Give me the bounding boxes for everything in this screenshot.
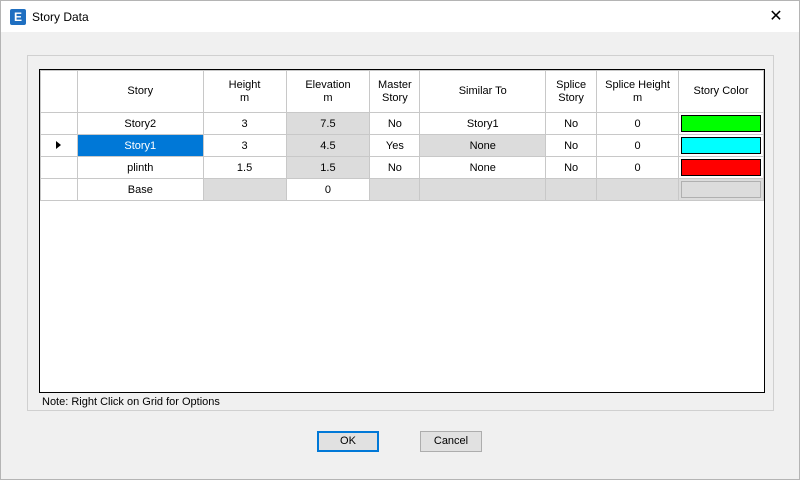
color-swatch[interactable] <box>681 159 761 176</box>
cell-story[interactable]: Story1 <box>76 134 204 157</box>
table-row[interactable]: Base 0 <box>40 178 764 201</box>
cell-elevation[interactable]: 0 <box>285 178 371 201</box>
color-swatch[interactable] <box>681 115 761 132</box>
cell-similar-to <box>419 178 547 201</box>
cell-story-color[interactable] <box>678 134 764 157</box>
cell-splice-story <box>545 178 598 201</box>
cancel-button[interactable]: Cancel <box>420 431 482 452</box>
cell-story-color[interactable] <box>678 112 764 135</box>
cell-similar-to: None <box>419 134 547 157</box>
cell-similar-to[interactable]: None <box>419 156 547 179</box>
cell-master-story[interactable]: No <box>369 156 421 179</box>
column-header-splice-height[interactable]: Splice Height m <box>596 70 680 113</box>
cell-similar-to[interactable]: Story1 <box>419 112 547 135</box>
cell-splice-story[interactable]: No <box>545 134 598 157</box>
header-row: Story Height m Elevation m Master Story Sim… <box>40 70 764 113</box>
title-bar: E Story Data ✕ <box>1 1 799 32</box>
row-header[interactable] <box>40 156 78 179</box>
cell-splice-height[interactable]: 0 <box>596 134 680 157</box>
column-header-master-story[interactable]: Master Story <box>369 70 421 113</box>
column-header-splice-story[interactable]: Splice Story <box>545 70 598 113</box>
column-header-similar-to[interactable]: Similar To <box>419 70 547 113</box>
current-row-arrow-icon <box>56 140 62 149</box>
cell-elevation: 4.5 <box>285 134 371 157</box>
cell-master-story[interactable]: No <box>369 112 421 135</box>
ok-button[interactable]: OK <box>317 431 379 452</box>
cell-master-story <box>369 178 421 201</box>
cell-story[interactable]: plinth <box>76 156 204 179</box>
cell-splice-height[interactable]: 0 <box>596 112 680 135</box>
grid-note: Note: Right Click on Grid for Options <box>42 396 220 408</box>
row-header[interactable] <box>40 134 78 157</box>
row-header[interactable] <box>40 112 78 135</box>
story-table: Story Height m Elevation m Master Story Sim… <box>40 70 764 201</box>
corner-header <box>40 70 78 113</box>
etabs-app-icon: E <box>10 9 26 25</box>
cell-splice-story[interactable]: No <box>545 112 598 135</box>
cell-story-color <box>678 178 764 201</box>
cell-height[interactable]: 1.5 <box>202 156 287 179</box>
story-data-dialog: E Story Data ✕ Story Height m Elevation … <box>0 0 800 480</box>
column-header-elevation[interactable]: Elevation m <box>285 70 371 113</box>
row-header[interactable] <box>40 178 78 201</box>
table-row[interactable]: plinth 1.5 1.5 No None No 0 <box>40 156 764 179</box>
column-header-height[interactable]: Height m <box>202 70 287 113</box>
cell-elevation: 7.5 <box>285 112 371 135</box>
cell-story[interactable]: Story2 <box>76 112 204 135</box>
story-grid[interactable]: Story Height m Elevation m Master Story Sim… <box>39 69 765 393</box>
cell-height <box>202 178 287 201</box>
column-header-story-color[interactable]: Story Color <box>678 70 764 113</box>
column-header-story[interactable]: Story <box>76 70 204 113</box>
cell-splice-height[interactable]: 0 <box>596 156 680 179</box>
color-swatch[interactable] <box>681 137 761 154</box>
cell-height[interactable]: 3 <box>202 134 287 157</box>
close-icon[interactable]: ✕ <box>753 1 799 32</box>
cell-splice-story[interactable]: No <box>545 156 598 179</box>
cell-splice-height <box>596 178 680 201</box>
window-title: Story Data <box>32 10 89 24</box>
cell-elevation: 1.5 <box>285 156 371 179</box>
cell-story-color[interactable] <box>678 156 764 179</box>
table-row[interactable]: Story2 3 7.5 No Story1 No 0 <box>40 112 764 135</box>
cell-height[interactable]: 3 <box>202 112 287 135</box>
cell-story[interactable]: Base <box>76 178 204 201</box>
table-row[interactable]: Story1 3 4.5 Yes None No 0 <box>40 134 764 157</box>
cell-master-story[interactable]: Yes <box>369 134 421 157</box>
color-swatch <box>681 181 761 198</box>
